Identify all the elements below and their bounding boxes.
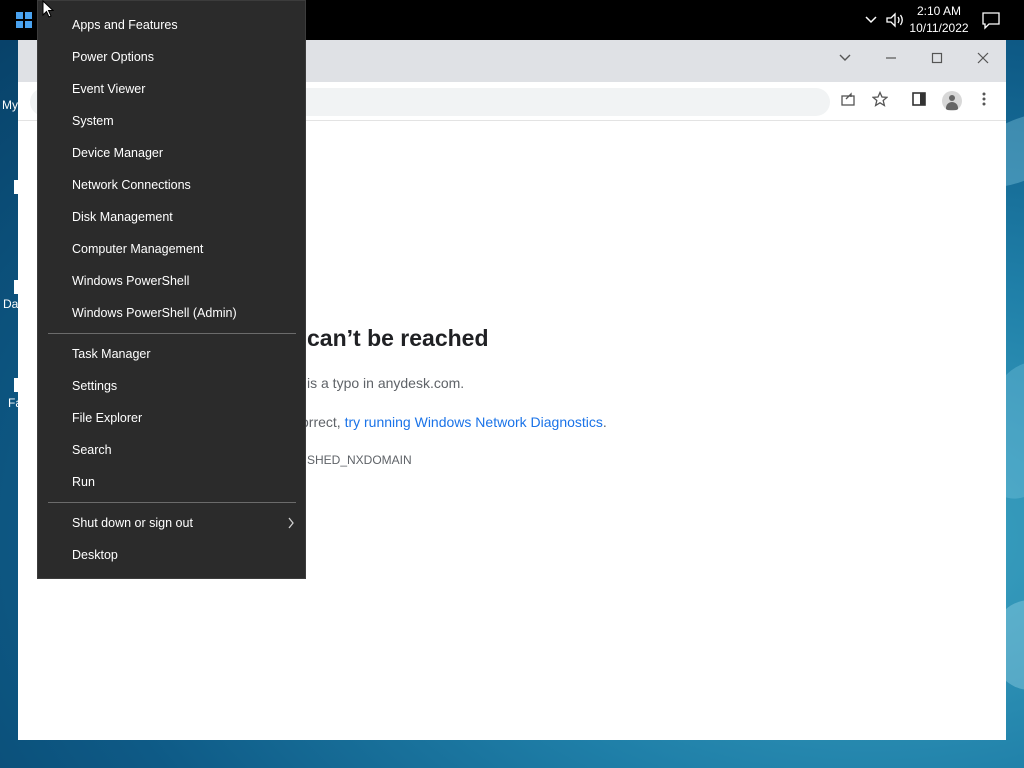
error-suggestion-suffix: . xyxy=(602,414,607,430)
menu-item-device-manager[interactable]: Device Manager xyxy=(38,137,305,169)
menu-separator xyxy=(48,502,296,503)
menu-item-desktop[interactable]: Desktop xyxy=(38,539,305,571)
menu-item-search[interactable]: Search xyxy=(38,434,305,466)
share-icon[interactable] xyxy=(837,91,859,113)
maximize-icon[interactable] xyxy=(922,46,952,74)
winx-context-menu: Apps and Features Power Options Event Vi… xyxy=(37,0,306,579)
windows-logo-icon xyxy=(16,12,32,28)
menu-item-computer-management[interactable]: Computer Management xyxy=(38,233,305,265)
menu-item-power-options[interactable]: Power Options xyxy=(38,41,305,73)
menu-separator xyxy=(48,333,296,334)
action-center-icon[interactable] xyxy=(980,10,1002,30)
side-panel-icon[interactable] xyxy=(908,91,930,113)
menu-item-shut-down-or-sign-out[interactable]: Shut down or sign out xyxy=(38,507,305,539)
mouse-cursor-icon xyxy=(42,0,55,18)
menu-item-apps-and-features[interactable]: Apps and Features xyxy=(38,9,305,41)
desktop-icon-label[interactable]: My xyxy=(2,98,18,112)
menu-item-file-explorer[interactable]: File Explorer xyxy=(38,402,305,434)
clock-date: 10/11/2022 xyxy=(909,21,969,35)
error-title: can’t be reached xyxy=(307,325,489,351)
volume-icon[interactable] xyxy=(884,10,906,30)
taskbar-clock[interactable]: 2:10 AM 10/11/2022 xyxy=(906,3,972,37)
profile-icon[interactable] xyxy=(942,91,962,111)
menu-item-windows-powershell-admin[interactable]: Windows PowerShell (Admin) xyxy=(38,297,305,329)
bookmark-star-icon[interactable] xyxy=(869,90,891,113)
menu-item-windows-powershell[interactable]: Windows PowerShell xyxy=(38,265,305,297)
error-code: SHED_NXDOMAIN xyxy=(307,453,412,467)
menu-item-settings[interactable]: Settings xyxy=(38,370,305,402)
tab-search-icon[interactable] xyxy=(830,46,860,74)
desktop-icon-label[interactable]: Da xyxy=(3,297,18,311)
menu-item-label: Shut down or sign out xyxy=(72,516,193,530)
menu-item-task-manager[interactable]: Task Manager xyxy=(38,338,305,370)
menu-item-system[interactable]: System xyxy=(38,105,305,137)
network-diagnostics-link[interactable]: try running Windows Network Diagnostics xyxy=(345,414,603,430)
menu-item-run[interactable]: Run xyxy=(38,466,305,498)
menu-item-disk-management[interactable]: Disk Management xyxy=(38,201,305,233)
minimize-icon[interactable] xyxy=(876,46,906,74)
clock-time: 2:10 AM xyxy=(916,4,962,18)
error-suggestion-prefix: orrect, xyxy=(301,414,345,430)
more-menu-icon[interactable] xyxy=(973,91,995,113)
menu-item-network-connections[interactable]: Network Connections xyxy=(38,169,305,201)
error-message: is a typo in anydesk.com. xyxy=(307,375,465,391)
menu-item-event-viewer[interactable]: Event Viewer xyxy=(38,73,305,105)
tray-overflow-chevron-icon[interactable] xyxy=(862,10,880,30)
error-suggestion: orrect, try running Windows Network Diag… xyxy=(301,414,607,430)
close-icon[interactable] xyxy=(968,46,998,74)
